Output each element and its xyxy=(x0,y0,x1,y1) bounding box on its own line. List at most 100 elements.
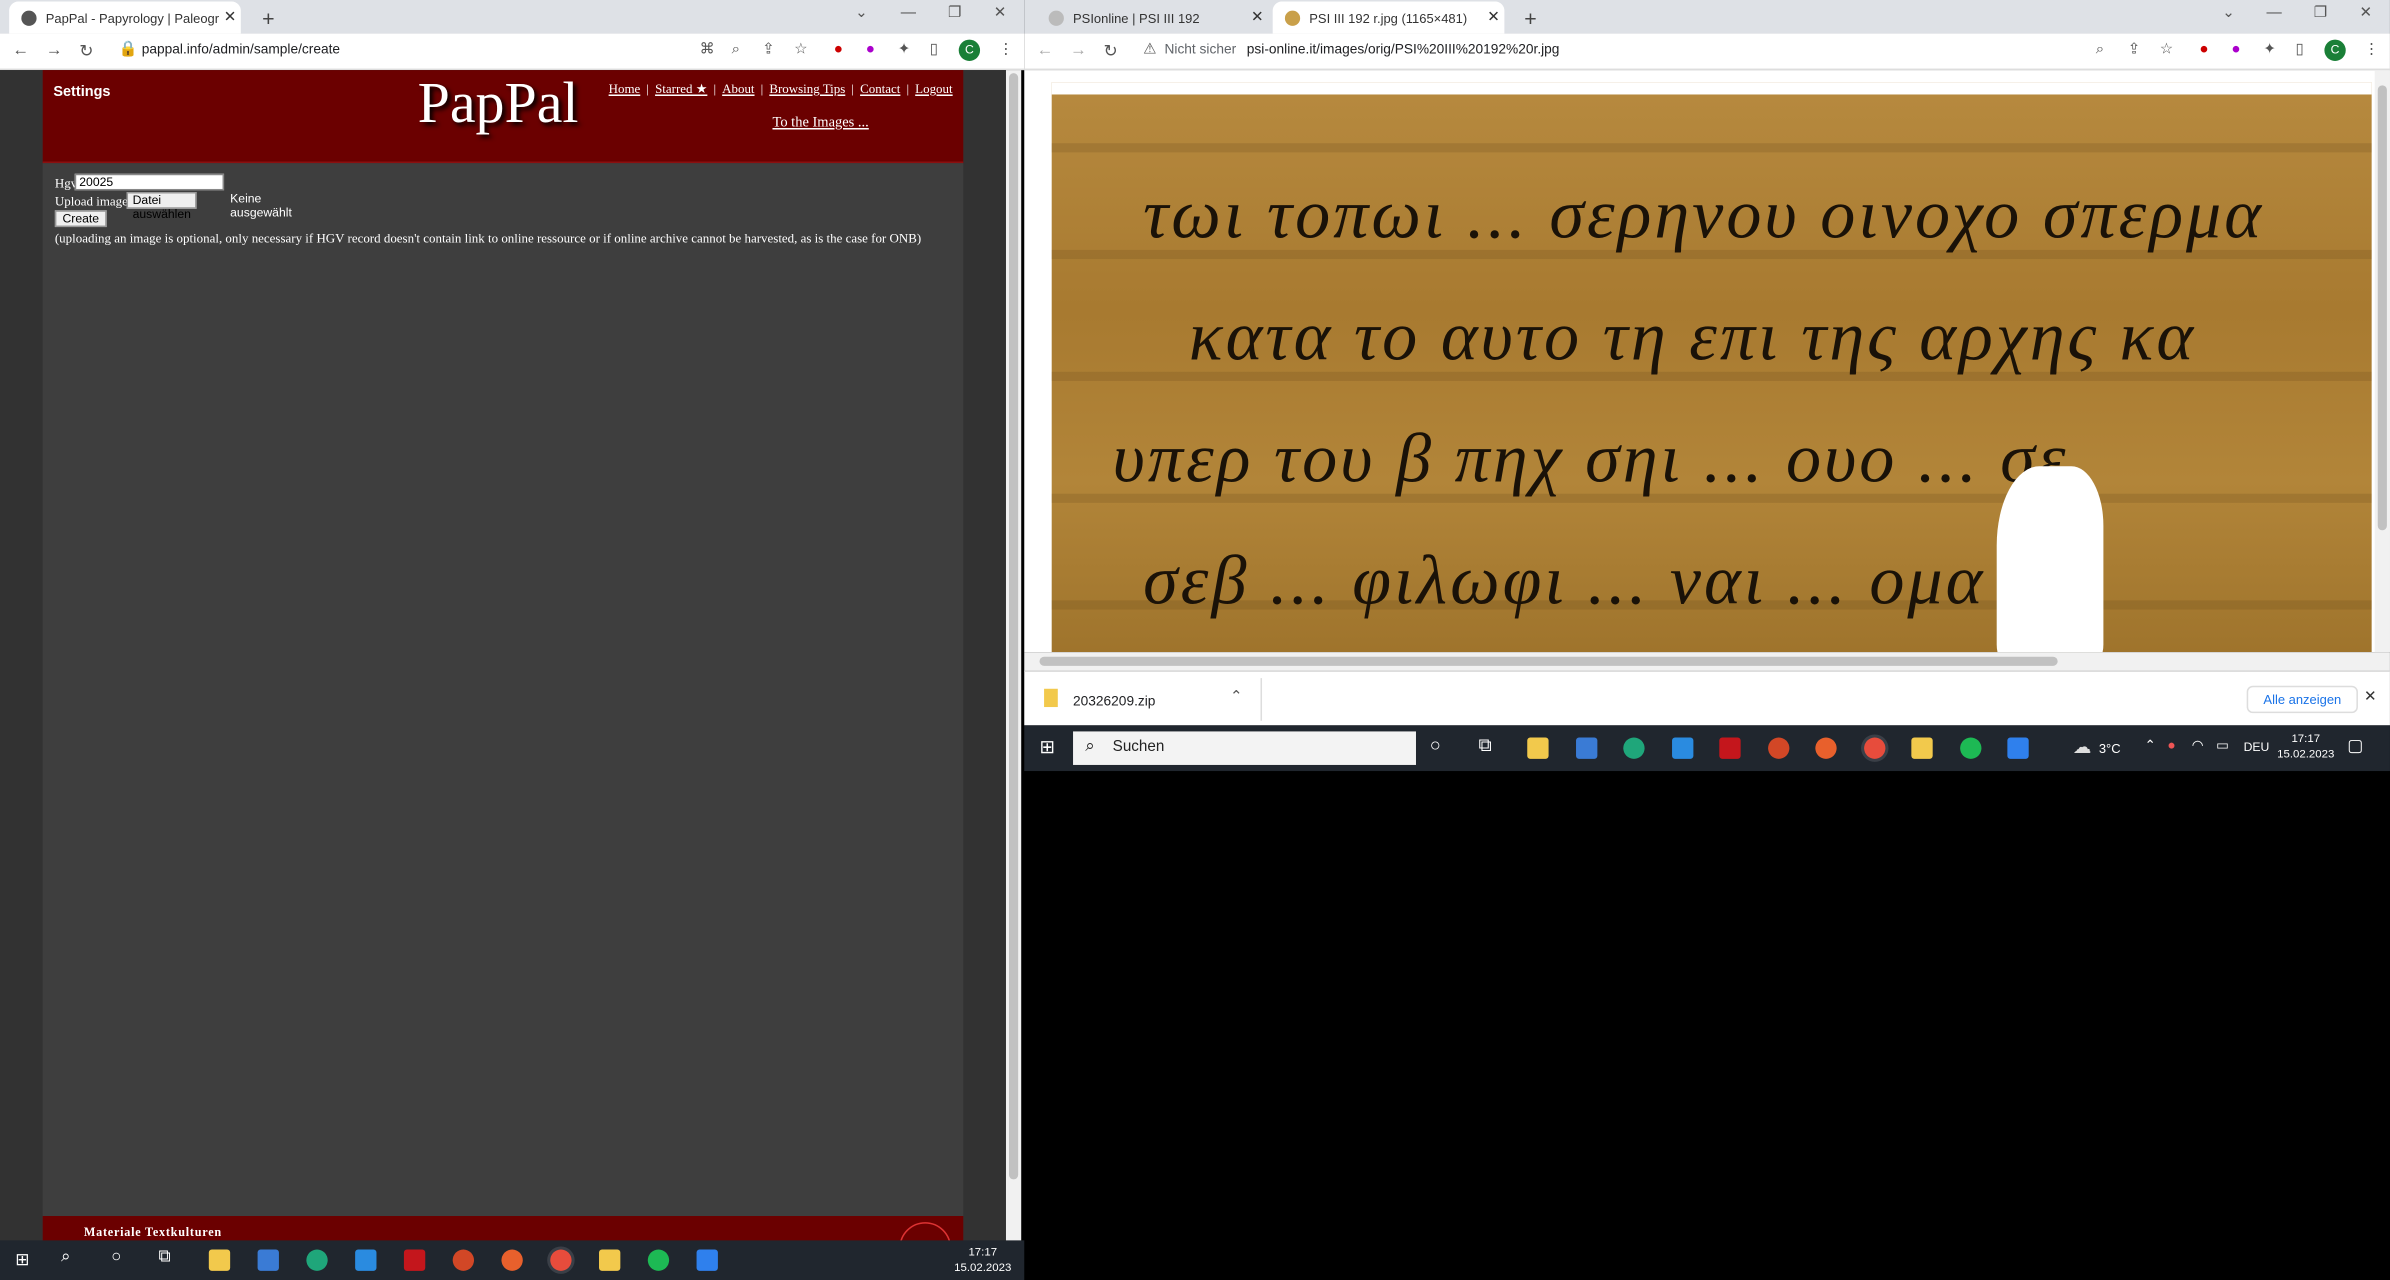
network-icon[interactable]: ● xyxy=(2167,738,2175,753)
chevron-up-icon[interactable]: ⌃ xyxy=(1230,689,1243,706)
firefox-icon[interactable] xyxy=(1815,737,1837,759)
menu-icon[interactable]: ⋮ xyxy=(2364,41,2379,58)
profile-avatar[interactable]: C xyxy=(958,39,981,61)
scroll-thumb[interactable] xyxy=(1039,656,2058,666)
mail-icon[interactable] xyxy=(1672,737,1694,759)
store-icon[interactable] xyxy=(1576,737,1598,759)
bookmark-star-icon[interactable]: ☆ xyxy=(2160,41,2174,58)
image-vscroll[interactable] xyxy=(2374,70,2390,653)
new-tab-icon[interactable]: + xyxy=(262,6,274,30)
new-tab-icon[interactable]: + xyxy=(1524,6,1536,30)
papyrus-image[interactable]: τωι τοπωι ... σερηνου οινοχο σπερμα κατα… xyxy=(1051,82,2372,653)
left-scrollbar[interactable] xyxy=(1005,70,1022,1244)
weather-temp[interactable]: 3°C xyxy=(2099,741,2121,756)
acrobat-icon[interactable] xyxy=(1719,737,1741,759)
choose-file-button[interactable]: Datei auswählen xyxy=(126,191,198,221)
warning-icon[interactable]: ⚠ xyxy=(1143,41,1157,58)
nav-about[interactable]: About xyxy=(722,81,754,96)
close-window-icon[interactable]: ✕ xyxy=(2359,5,2372,22)
settings-link[interactable]: Settings xyxy=(53,84,110,101)
security-label[interactable]: Nicht sicher xyxy=(1164,41,1236,56)
close-icon[interactable]: ✕ xyxy=(219,9,240,26)
puzzle-icon[interactable]: ✦ xyxy=(2263,41,2276,58)
show-all-button[interactable]: Alle anzeigen xyxy=(2246,685,2359,714)
taskbar-search[interactable]: ⌕ Suchen xyxy=(1073,731,1416,765)
back-icon[interactable]: ← xyxy=(1036,41,1053,59)
spotify-icon[interactable] xyxy=(1960,737,1982,759)
translate-icon[interactable]: ⌘ xyxy=(700,41,715,58)
share-icon[interactable]: ⇪ xyxy=(2128,41,2141,58)
extension-icon[interactable]: ● xyxy=(834,41,843,58)
scroll-thumb[interactable] xyxy=(2377,85,2387,531)
edge-icon[interactable] xyxy=(306,1249,328,1271)
windows-start-icon[interactable]: ⊞ xyxy=(1040,736,1055,757)
forward-icon[interactable]: → xyxy=(1070,41,1087,59)
edge-icon[interactable] xyxy=(1623,737,1645,759)
windows-start-icon[interactable]: ⊞ xyxy=(15,1250,29,1269)
task-view-icon[interactable]: ⧉ xyxy=(1478,734,1491,757)
bookmark-star-icon[interactable]: ☆ xyxy=(794,41,808,58)
reload-icon[interactable]: ↻ xyxy=(79,41,93,61)
cortana-icon[interactable]: ○ xyxy=(1430,734,1441,755)
file-explorer-icon[interactable] xyxy=(1527,737,1549,759)
files-icon[interactable] xyxy=(599,1249,621,1271)
minimize-icon[interactable]: — xyxy=(901,5,916,22)
chrome-icon[interactable] xyxy=(1864,737,1886,759)
menu-icon[interactable]: ⋮ xyxy=(998,41,1013,58)
sidebar-icon[interactable]: ▯ xyxy=(2295,41,2303,58)
nav-contact[interactable]: Contact xyxy=(860,81,900,96)
close-window-icon[interactable]: ✕ xyxy=(994,5,1007,22)
wifi-icon[interactable]: ◠ xyxy=(2192,738,2204,755)
mail-icon[interactable] xyxy=(355,1249,377,1271)
nav-logout[interactable]: Logout xyxy=(915,81,952,96)
chrome-icon[interactable] xyxy=(550,1249,572,1271)
tab-psionline[interactable]: PSIonline | PSI III 192 ✕ xyxy=(1036,2,1268,34)
tab-psi-image[interactable]: PSI III 192 r.jpg (1165×481) ✕ xyxy=(1272,1,1505,34)
minimize-icon[interactable]: — xyxy=(2266,5,2281,22)
chevron-down-icon[interactable]: ⌄ xyxy=(2222,5,2235,22)
powerpoint-icon[interactable] xyxy=(452,1249,475,1271)
files-icon[interactable] xyxy=(1911,737,1933,759)
site-logo[interactable]: PapPal xyxy=(418,70,579,137)
zoom-icon[interactable]: ⌕ xyxy=(2096,41,2105,58)
scroll-thumb[interactable] xyxy=(1009,73,1019,1180)
nav-browsing-tips[interactable]: Browsing Tips xyxy=(769,81,845,96)
close-icon[interactable]: ✕ xyxy=(1247,9,1268,26)
share-icon[interactable]: ⇪ xyxy=(762,41,775,58)
profile-avatar[interactable]: C xyxy=(2324,39,2346,61)
extension-icon[interactable]: ● xyxy=(2231,41,2240,58)
acrobat-icon[interactable] xyxy=(403,1249,426,1271)
extension-icon[interactable]: ● xyxy=(2199,41,2208,58)
create-button[interactable]: Create xyxy=(54,210,107,228)
close-icon[interactable]: ✕ xyxy=(1483,9,1504,26)
clock[interactable]: 17:17 15.02.2023 xyxy=(954,1245,1011,1275)
back-icon[interactable]: ← xyxy=(12,41,29,59)
weather-cloud-icon[interactable]: ☁ xyxy=(2073,736,2091,757)
spotify-icon[interactable] xyxy=(647,1249,670,1271)
store-icon[interactable] xyxy=(257,1249,279,1271)
lock-icon[interactable]: 🔒 xyxy=(119,41,138,58)
language-indicator[interactable]: DEU xyxy=(2244,741,2270,755)
forward-icon[interactable]: → xyxy=(46,41,63,59)
hgv-input[interactable]: 20025 xyxy=(74,173,225,191)
extension-icon[interactable]: ● xyxy=(866,41,875,58)
photos-icon[interactable] xyxy=(2007,737,2029,759)
search-icon[interactable]: ⌕ xyxy=(61,1248,70,1268)
zoom-icon[interactable]: ⌕ xyxy=(732,41,741,58)
image-hscroll[interactable] xyxy=(1024,652,2390,671)
to-images-link[interactable]: To the Images ... xyxy=(772,116,868,131)
photos-icon[interactable] xyxy=(696,1249,718,1271)
download-filename[interactable]: 20326209.zip xyxy=(1073,693,1155,708)
cortana-icon[interactable]: ○ xyxy=(111,1248,121,1266)
sidebar-icon[interactable]: ▯ xyxy=(930,41,938,58)
nav-starred[interactable]: Starred ★ xyxy=(655,81,707,96)
clock[interactable]: 17:17 15.02.2023 xyxy=(2277,731,2334,761)
battery-icon[interactable]: ▭ xyxy=(2216,738,2229,755)
chevron-down-icon[interactable]: ⌄ xyxy=(855,5,868,22)
tab-pappal[interactable]: PapPal - Papyrology | Paleograph ✕ xyxy=(9,1,241,34)
firefox-icon[interactable] xyxy=(501,1249,523,1271)
address-bar[interactable]: pappal.info/admin/sample/create xyxy=(142,41,340,56)
restore-icon[interactable]: ❐ xyxy=(948,5,962,22)
nav-home[interactable]: Home xyxy=(609,81,641,96)
reload-icon[interactable]: ↻ xyxy=(1104,41,1118,61)
